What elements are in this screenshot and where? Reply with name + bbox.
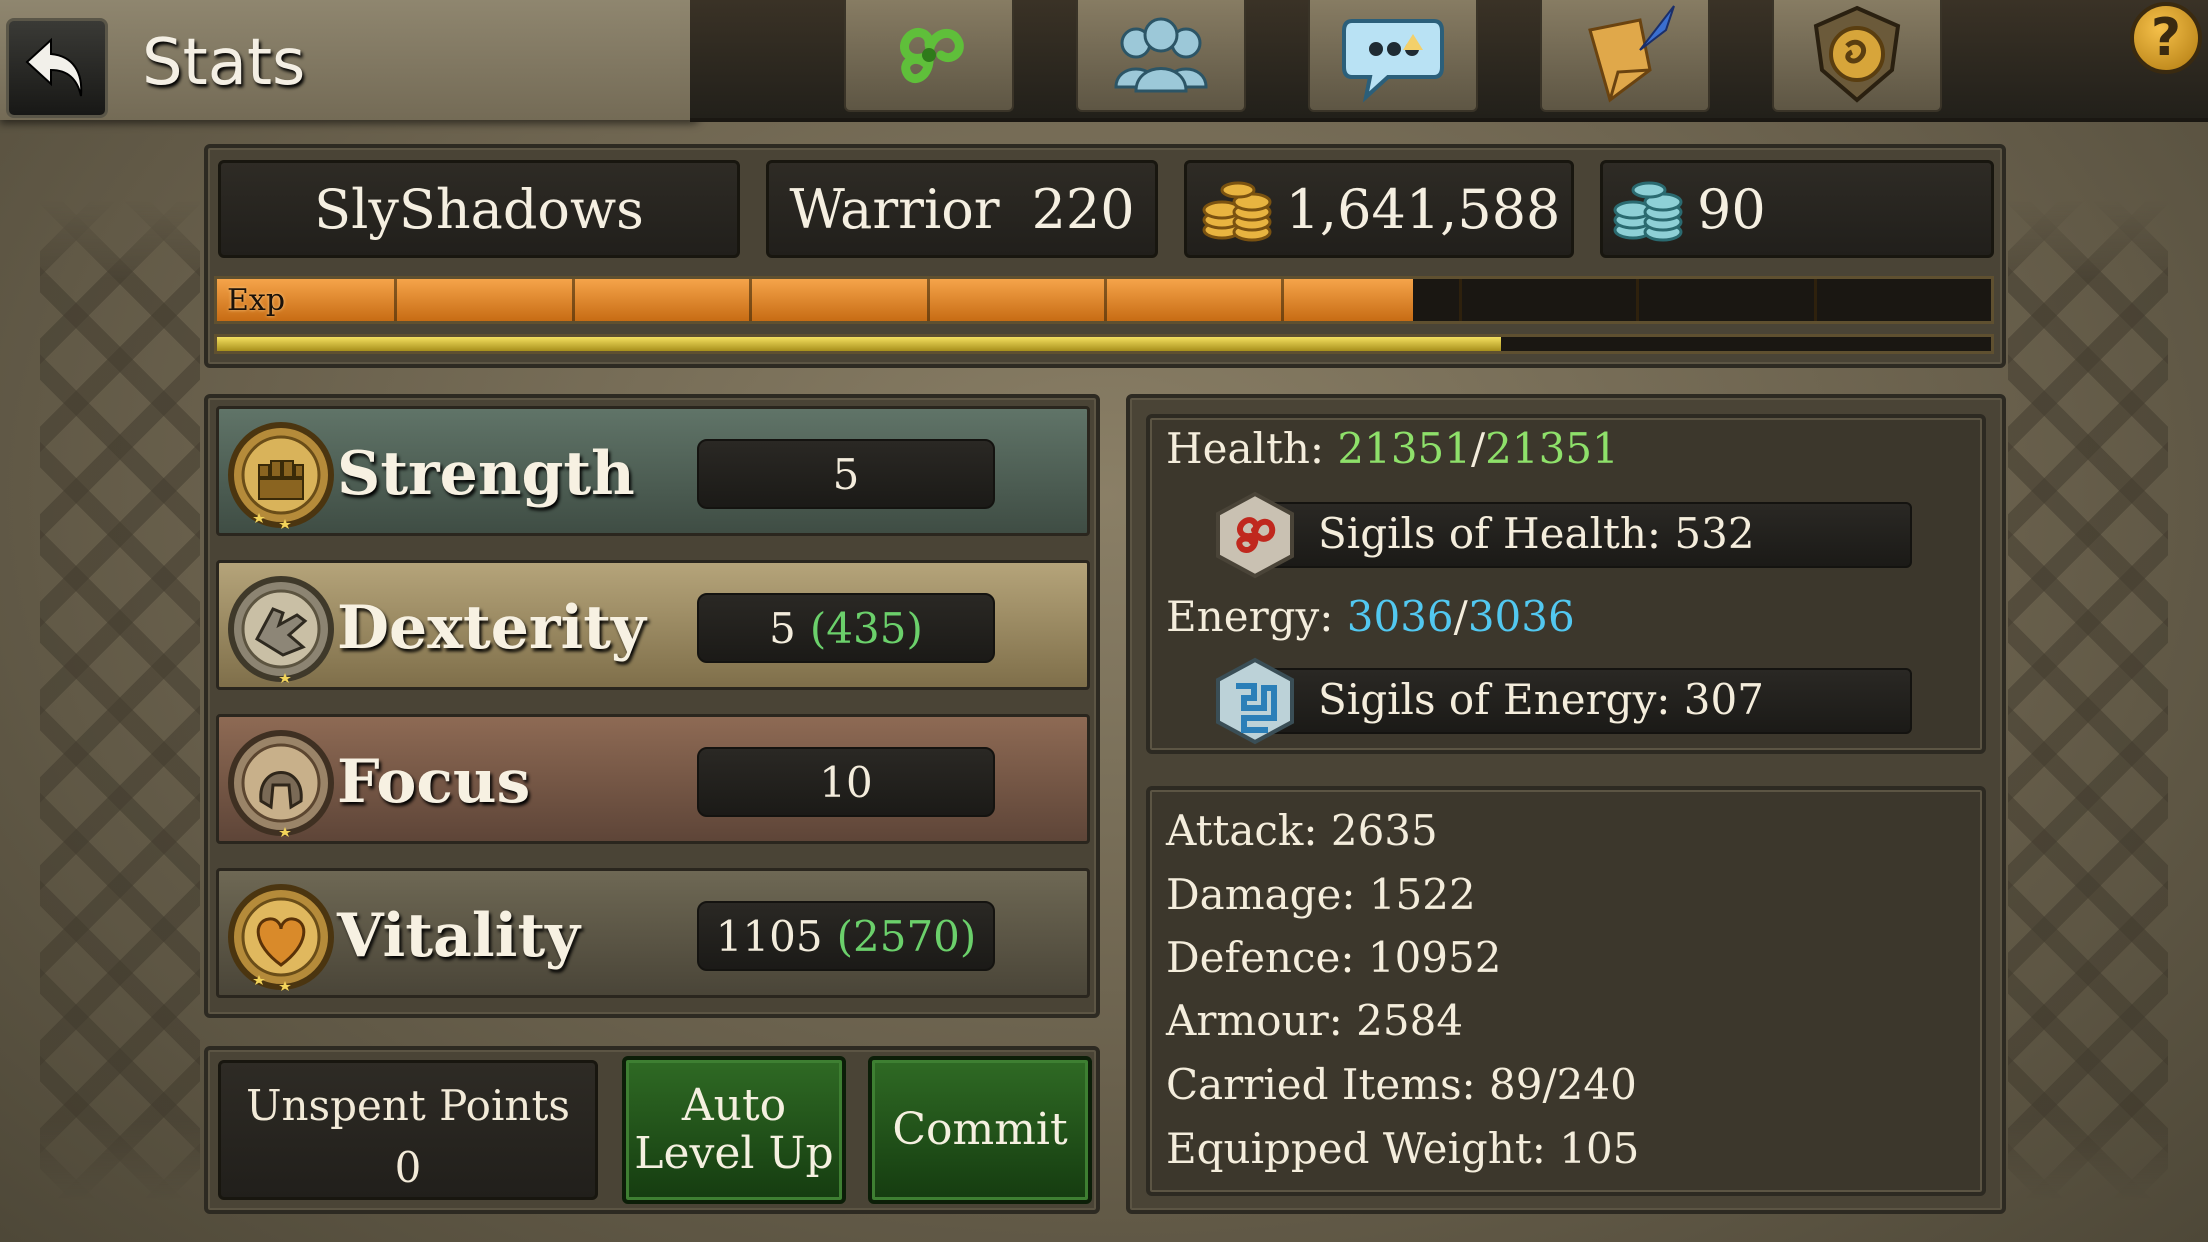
heart-icon	[228, 884, 334, 991]
unspent-points-label: Unspent Points	[246, 1081, 570, 1130]
attr-bonus-vitality: (2570)	[836, 911, 977, 961]
exp-bar-segment-divider	[1281, 279, 1285, 321]
sigils-of-health-box: Sigils of Health: 532	[1256, 502, 1912, 568]
attr-name-dexterity: Dexterity	[337, 593, 646, 663]
gold-amount: 1,641,588	[1285, 177, 1561, 241]
quest-scroll-icon	[1588, 5, 1675, 103]
nav-guild-button[interactable]	[1076, 0, 1246, 112]
helmet-icon	[228, 730, 334, 837]
guild-members-icon	[1114, 17, 1208, 93]
sigil-of-health-icon	[1216, 491, 1294, 579]
unspent-points-box: Unspent Points 0	[218, 1060, 598, 1200]
sigils-of-energy-box: Sigils of Energy: 307	[1256, 668, 1912, 734]
exp-bar-segment-divider	[1813, 279, 1817, 321]
exp-bar-segment-divider	[1636, 279, 1640, 321]
help-icon: ?	[2150, 8, 2182, 68]
attr-row-vitality[interactable]: Vitality 1105 (2570)	[216, 868, 1090, 998]
celtic-knot-decoration-left	[40, 200, 200, 1200]
gauntlet-icon	[228, 576, 334, 683]
health-line: Health: 21351/21351	[1166, 424, 1619, 473]
sigil-of-energy-icon	[1216, 657, 1294, 745]
commit-label: Commit	[892, 1104, 1068, 1155]
chat-bubble-icon	[1342, 19, 1444, 103]
shield-crest-icon	[1813, 5, 1901, 103]
attr-base-vitality: 1105	[715, 911, 823, 961]
damage-stat: Damage: 1522	[1166, 870, 1476, 919]
exp-label: Exp	[227, 283, 286, 318]
nav-quest-button[interactable]	[1540, 0, 1710, 112]
fist-icon	[228, 422, 334, 529]
attr-base-dexterity: 5	[769, 603, 796, 653]
exp-sub-bar-fill	[217, 337, 1502, 351]
nav-triskele-button[interactable]	[844, 0, 1014, 112]
energy-current: 3036	[1346, 592, 1454, 641]
exp-bar-segment-divider	[571, 279, 575, 321]
energy-line: Energy: 3036/3036	[1166, 592, 1575, 641]
top-nav-bar: ?	[690, 0, 2208, 122]
help-button[interactable]: ?	[2130, 2, 2202, 74]
attr-bonus-dexterity: (435)	[809, 603, 923, 653]
health-label: Health:	[1166, 424, 1338, 473]
attr-base-strength: 5	[832, 449, 860, 499]
defence-stat: Defence: 10952	[1166, 933, 1502, 982]
gold-box: 1,641,588	[1184, 160, 1574, 258]
exp-marker	[1402, 34, 1423, 50]
player-name: SlyShadows	[314, 177, 644, 241]
platinum-coins-icon	[1613, 181, 1683, 242]
equipped-weight-stat: Equipped Weight: 105	[1166, 1124, 1640, 1173]
energy-max: 3036	[1467, 592, 1575, 641]
attr-row-dexterity[interactable]: Dexterity 5 (435)	[216, 560, 1090, 690]
energy-label: Energy:	[1166, 592, 1347, 641]
class-level-box: Warrior 220	[766, 160, 1158, 258]
attr-value-vitality: 1105 (2570)	[697, 901, 995, 971]
commit-button[interactable]: Commit	[868, 1056, 1092, 1204]
attr-base-focus: 10	[819, 757, 873, 807]
attr-row-strength[interactable]: Strength 5	[216, 406, 1090, 536]
attr-row-focus[interactable]: Focus 10	[216, 714, 1090, 844]
health-max: 21351	[1485, 424, 1619, 473]
auto-level-up-label-line2: Level Up	[634, 1128, 834, 1179]
exp-bar-segment-divider	[1458, 279, 1462, 321]
auto-level-up-label-line1: Auto	[681, 1080, 787, 1131]
exp-bar-segment-divider	[394, 279, 398, 321]
unspent-points-value: 0	[394, 1143, 422, 1192]
attr-name-focus: Focus	[337, 747, 531, 817]
attr-value-strength: 5	[697, 439, 995, 509]
nav-chat-button[interactable]	[1308, 0, 1478, 112]
gems-amount: 90	[1697, 177, 1766, 241]
armour-stat: Armour: 2584	[1166, 996, 1464, 1045]
triskele-icon	[900, 28, 964, 83]
celtic-knot-decoration-right	[2008, 200, 2168, 1200]
attr-value-focus: 10	[697, 747, 995, 817]
exp-sub-bar	[214, 334, 1994, 354]
auto-level-up-button[interactable]: Auto Level Up	[622, 1056, 846, 1204]
player-level: 220	[1031, 177, 1135, 241]
attr-name-vitality: Vitality	[337, 901, 581, 971]
energy-separator: /	[1453, 592, 1468, 641]
gems-box: 90	[1600, 160, 1994, 258]
exp-bar-segment-divider	[749, 279, 753, 321]
sigils-of-energy-label: Sigils of Energy: 307	[1318, 675, 1764, 724]
gold-coins-icon	[1202, 181, 1272, 242]
exp-bar: Exp	[214, 276, 1994, 324]
sigils-of-health-label: Sigils of Health: 532	[1318, 509, 1755, 558]
back-arrow-icon	[25, 37, 83, 97]
player-class: Warrior	[789, 177, 1000, 241]
exp-bar-segment-divider	[926, 279, 930, 321]
attr-value-dexterity: 5 (435)	[697, 593, 995, 663]
attack-stat: Attack: 2635	[1166, 806, 1438, 855]
page-title: Stats	[142, 26, 306, 100]
health-separator: /	[1471, 424, 1486, 473]
carried-items-stat: Carried Items: 89/240	[1166, 1060, 1637, 1109]
attr-name-strength: Strength	[337, 439, 635, 509]
exp-bar-segment-divider	[1104, 279, 1107, 321]
back-button[interactable]	[6, 18, 108, 118]
nav-crest-button[interactable]	[1772, 0, 1942, 112]
player-name-box: SlyShadows	[218, 160, 740, 258]
health-current: 21351	[1337, 424, 1471, 473]
